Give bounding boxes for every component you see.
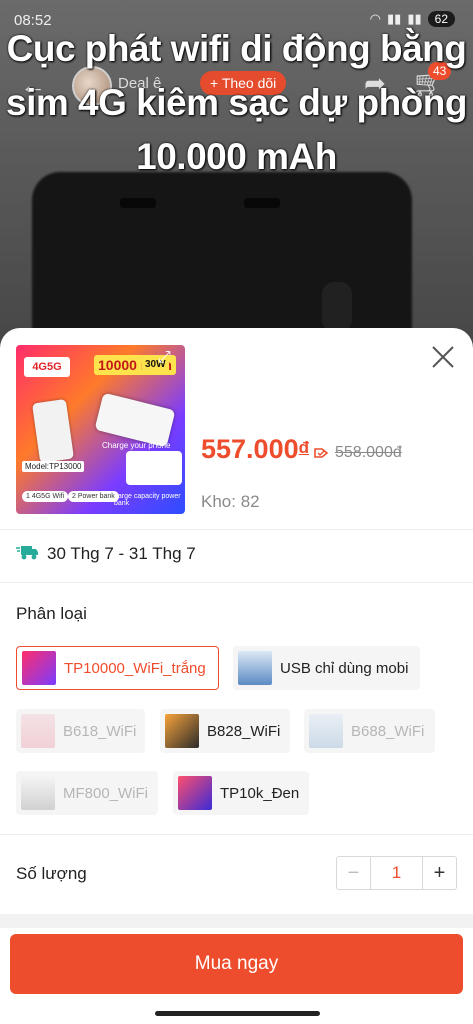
divider	[0, 834, 473, 835]
variant-option[interactable]: USB chỉ dùng mobi	[233, 646, 420, 690]
original-price: 558.000đ	[335, 444, 402, 461]
buy-now-button[interactable]: Mua ngay	[10, 934, 463, 994]
variant-label: B618_WiFi	[63, 722, 137, 740]
home-indicator[interactable]	[155, 1011, 320, 1016]
variant-label: MF800_WiFi	[63, 784, 149, 802]
price-value: 557.000	[201, 434, 299, 464]
quantity-stepper: − 1 +	[336, 856, 457, 890]
device-image	[126, 451, 182, 485]
feature-pill: 2 Power bank	[68, 491, 119, 502]
variant-label: USB chỉ dùng mobi	[280, 659, 409, 677]
currency-symbol: đ	[298, 438, 309, 457]
thumb-caption: Charge your phone	[102, 441, 171, 450]
variant-label: TP10000_WiFi_trắng	[64, 659, 206, 677]
variant-section-title: Phân loại	[16, 604, 87, 623]
variant-thumbnail	[178, 776, 212, 810]
price-tag-icon	[314, 448, 329, 458]
variant-option[interactable]: TP10000_WiFi_trắng	[16, 646, 219, 690]
plus-icon[interactable]: +	[423, 857, 456, 889]
variant-option[interactable]: B828_WiFi	[160, 709, 290, 753]
variant-option[interactable]: B688_WiFi	[304, 709, 435, 753]
variant-label: B688_WiFi	[351, 722, 425, 740]
current-price: 557.000đ	[201, 434, 309, 465]
divider	[0, 582, 473, 583]
variant-label: TP10k_Đen	[220, 784, 300, 802]
variant-label: B828_WiFi	[207, 722, 281, 740]
variant-option[interactable]: B618_WiFi	[16, 709, 145, 753]
variant-option[interactable]: MF800_WiFi	[16, 771, 158, 815]
quantity-input[interactable]: 1	[370, 857, 423, 889]
delivery-truck-icon	[16, 546, 38, 560]
quantity-label: Số lượng	[16, 864, 87, 883]
minus-icon[interactable]: −	[337, 857, 370, 889]
product-thumbnail[interactable]: 4G5G 10000 mAh 30W Charge your phone Mod…	[16, 345, 185, 514]
variant-thumbnail	[22, 651, 56, 685]
divider	[0, 914, 473, 928]
variant-thumbnail	[309, 714, 343, 748]
expand-icon[interactable]: ⤢	[158, 349, 171, 367]
variant-thumbnail	[238, 651, 272, 685]
model-label: Model:TP13000	[22, 461, 85, 472]
thumb-caption: Large capacity power bank	[114, 493, 181, 507]
divider	[0, 529, 473, 530]
close-icon[interactable]	[428, 342, 458, 372]
device-image	[94, 392, 176, 448]
device-image	[31, 398, 75, 464]
delivery-estimate: 30 Thg 7 - 31 Thg 7	[47, 544, 196, 563]
variant-thumbnail	[21, 714, 55, 748]
feature-pill: 1 4G5G Wifi	[22, 491, 69, 502]
variant-thumbnail	[165, 714, 199, 748]
variant-option[interactable]: TP10k_Đen	[173, 771, 309, 815]
video-caption: Cục phát wifi di động bằng sim 4G kiêm s…	[6, 28, 467, 177]
brand-logo: 4G5G	[24, 357, 70, 377]
stock-count: Kho: 82	[201, 492, 260, 511]
variant-bottom-sheet: 4G5G 10000 mAh 30W Charge your phone Mod…	[0, 328, 473, 1024]
variant-thumbnail	[21, 776, 55, 810]
